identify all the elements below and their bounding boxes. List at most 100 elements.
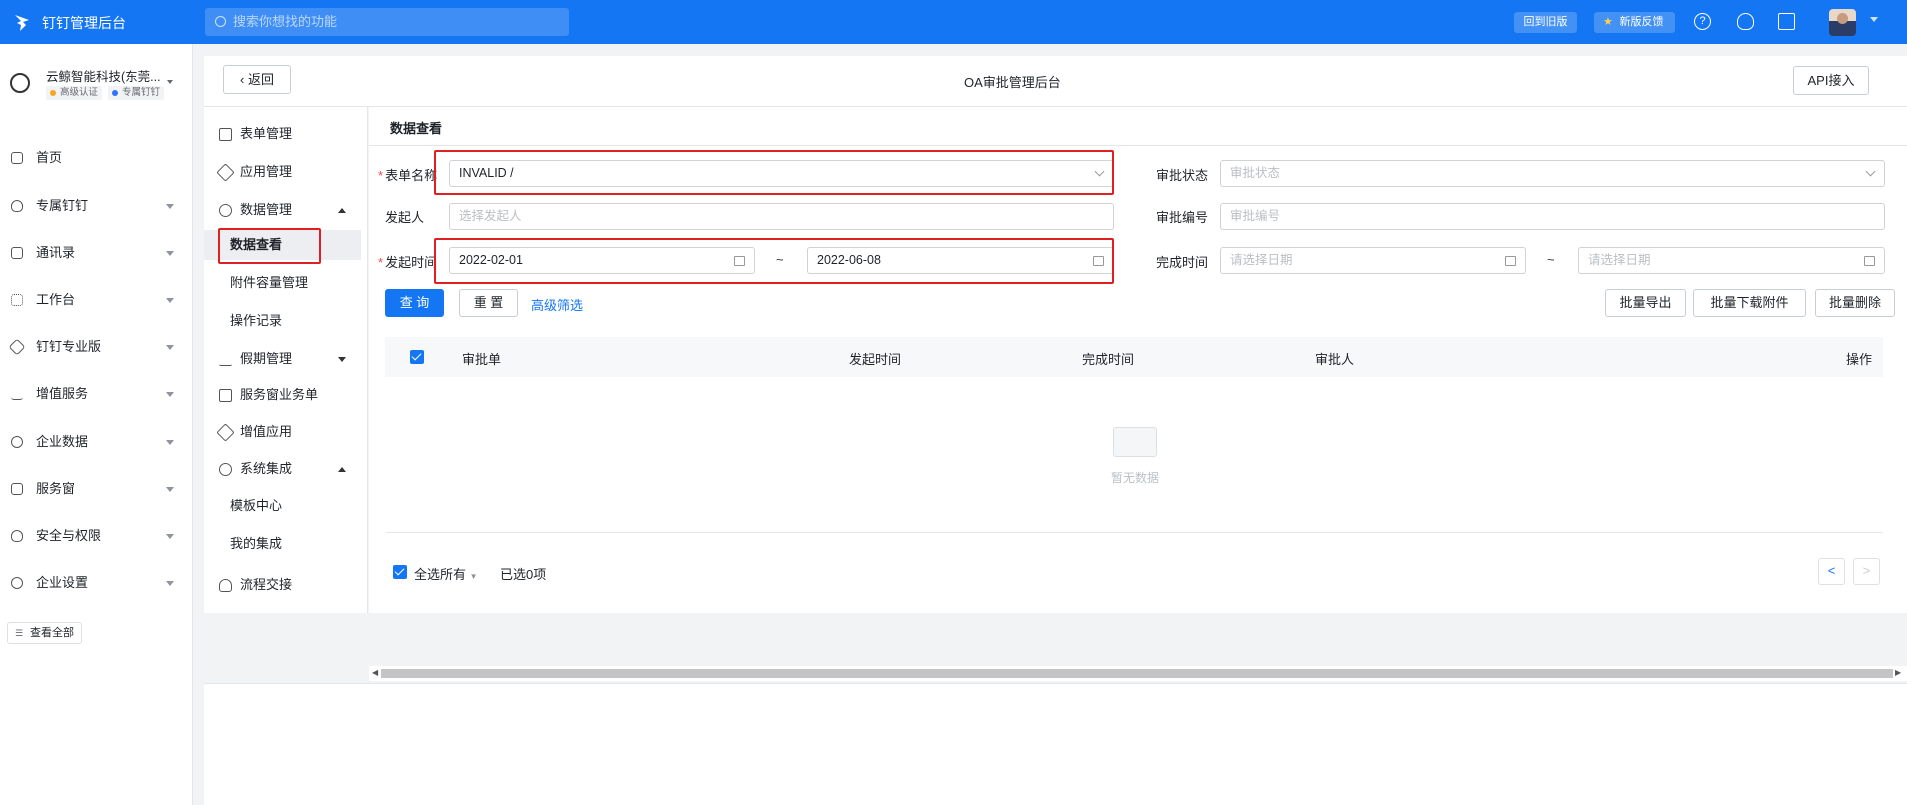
nav-item-enterprise-data[interactable]: 企业数据: [0, 430, 192, 454]
nav-item-value-services[interactable]: 增值服务: [0, 382, 192, 406]
table-divider: [386, 532, 1883, 533]
chevron-down-icon: [166, 251, 174, 256]
chevron-down-icon: [166, 298, 174, 303]
col-approval: 审批单: [462, 352, 502, 367]
subnav-attach-mgmt[interactable]: 附件容量管理: [204, 268, 367, 298]
api-button[interactable]: API接入: [1793, 66, 1869, 95]
highlight-box: [434, 238, 1114, 284]
start-time-label: 发起时间: [378, 252, 437, 271]
col-actions: 操作: [1846, 352, 1873, 367]
help-icon[interactable]: ?: [1694, 13, 1711, 30]
feedback-button[interactable]: ★ 新版反馈: [1594, 12, 1675, 33]
subnav-flow-handover[interactable]: 流程交接: [204, 570, 367, 600]
section-title: 数据查看: [390, 121, 443, 136]
chevron-down-icon: [166, 204, 174, 209]
search-icon: [215, 16, 226, 27]
user-transfer-icon: [219, 579, 232, 592]
highlight-box: [434, 150, 1114, 195]
chevron-down-icon: [166, 440, 174, 445]
col-finish-time: 完成时间: [1082, 352, 1135, 367]
prev-page-button[interactable]: <: [1818, 558, 1845, 585]
gear-icon: [11, 577, 23, 589]
bottom-panel: [204, 683, 1907, 805]
form-name-label: 表单名称: [378, 165, 437, 184]
chevron-down-icon: [166, 581, 174, 586]
hexagon-icon: [219, 463, 232, 476]
number-field[interactable]: 审批编号: [1220, 203, 1885, 230]
certification-badge: 高级认证: [46, 86, 103, 100]
subnav-op-log[interactable]: 操作记录: [204, 306, 367, 336]
batch-delete-button[interactable]: 批量删除: [1815, 289, 1895, 317]
status-label: 审批状态: [1156, 168, 1209, 183]
nav-item-security[interactable]: 安全与权限: [0, 524, 192, 548]
calendar-icon: [1864, 256, 1875, 266]
subnav-form-mgmt[interactable]: 表单管理: [204, 119, 367, 149]
org-logo-icon: [10, 73, 30, 93]
empty-box-icon: [1113, 427, 1157, 457]
subnav-app-mgmt[interactable]: 应用管理: [204, 157, 367, 187]
lock-icon: [11, 530, 23, 542]
horizontal-scrollbar[interactable]: ◀ ▶: [369, 666, 1907, 681]
batch-download-button[interactable]: 批量下载附件: [1693, 289, 1806, 317]
back-button[interactable]: ‹ 返回: [223, 65, 291, 94]
chevron-down-icon: [166, 345, 174, 350]
subnav-value-app[interactable]: 增值应用: [204, 417, 367, 447]
subnav-service-order[interactable]: 服务窗业务单: [204, 380, 367, 410]
select-all-checkbox[interactable]: [393, 565, 407, 579]
subnav-my-integ[interactable]: 我的集成: [204, 529, 367, 559]
select-all-label[interactable]: 全选所有 ▼: [414, 564, 478, 583]
col-approver: 审批人: [1315, 352, 1355, 367]
scroll-thumb[interactable]: [381, 669, 1893, 678]
highlight-box: [218, 228, 321, 264]
batch-export-button[interactable]: 批量导出: [1605, 289, 1686, 317]
grid-icon: [11, 294, 23, 306]
nav-item-contacts[interactable]: 通讯录: [0, 241, 192, 265]
subnav-sys-integ[interactable]: 系统集成: [204, 454, 367, 484]
nav-item-home[interactable]: 首页: [0, 146, 192, 170]
app-title: 钉钉管理后台: [42, 15, 126, 31]
search-input[interactable]: 搜索你想找的功能: [205, 8, 569, 36]
page-header: ‹ 返回 OA审批管理后台 API接入: [204, 56, 1907, 107]
chevron-down-icon: [166, 392, 174, 397]
initiator-label: 发起人: [385, 210, 425, 225]
chevron-down-icon: [166, 487, 174, 492]
scroll-right-icon[interactable]: ▶: [1895, 668, 1901, 677]
advanced-filter-link[interactable]: 高级筛选: [531, 295, 583, 314]
scroll-left-icon[interactable]: ◀: [372, 668, 378, 677]
sub-nav: 表单管理 应用管理 数据管理 数据查看 附件容量管理 操作记录 假期管理 服务窗…: [204, 107, 368, 613]
next-page-button[interactable]: >: [1853, 558, 1880, 585]
nav-item-service-window[interactable]: 服务窗: [0, 477, 192, 501]
initiator-field[interactable]: 选择发起人: [449, 203, 1114, 230]
dingtalk-logo-icon: [15, 15, 29, 31]
finish-date-from[interactable]: 请选择日期: [1220, 247, 1526, 274]
chevron-down-icon[interactable]: [1870, 17, 1878, 22]
nav-item-exclusive[interactable]: 专属钉钉: [0, 194, 192, 218]
status-select[interactable]: 审批状态: [1220, 160, 1885, 187]
message-icon: [219, 389, 232, 402]
headset-icon[interactable]: [1737, 13, 1754, 30]
diamond-icon: [8, 338, 26, 356]
nav-item-pro[interactable]: 钉钉专业版: [0, 335, 192, 359]
avatar[interactable]: [1829, 9, 1856, 36]
cube-icon: [216, 163, 235, 182]
reset-button[interactable]: 重 置: [459, 289, 518, 317]
org-name[interactable]: 云鲸智能科技(东莞...: [46, 66, 166, 85]
header-checkbox[interactable]: [410, 350, 424, 364]
chevron-down-icon: [166, 534, 174, 539]
chevron-up-icon: [338, 208, 346, 213]
number-label: 审批编号: [1156, 210, 1209, 225]
window-icon: [11, 483, 23, 495]
subnav-data-mgmt[interactable]: 数据管理: [204, 195, 367, 225]
fullscreen-icon[interactable]: [1778, 13, 1795, 30]
subnav-template-center[interactable]: 模板中心: [204, 491, 367, 521]
back-to-old-button[interactable]: 回到旧版: [1514, 12, 1577, 33]
query-button[interactable]: 查 询: [385, 289, 444, 317]
range-separator: ~: [1547, 252, 1555, 267]
nav-item-workbench[interactable]: 工作台: [0, 288, 192, 312]
subnav-leave-mgmt[interactable]: 假期管理: [204, 344, 367, 374]
trend-icon: [11, 388, 23, 400]
org-switch-chevron-icon[interactable]: [167, 80, 173, 84]
view-all-button[interactable]: 查看全部: [7, 622, 82, 644]
nav-item-settings[interactable]: 企业设置: [0, 571, 192, 595]
finish-date-to[interactable]: 请选择日期: [1578, 247, 1885, 274]
